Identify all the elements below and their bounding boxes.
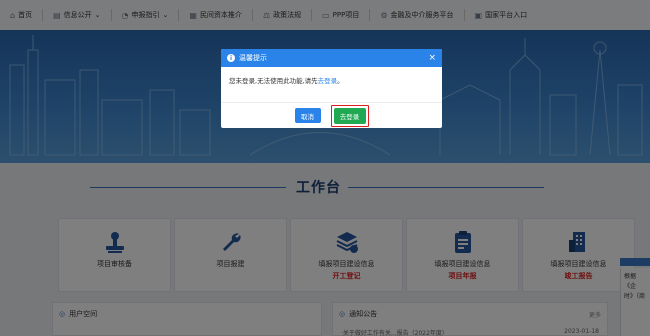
cancel-button[interactable]: 取消	[294, 108, 321, 123]
dialog-message: 您未登录,无法使用此功能,请先去登录。	[221, 67, 442, 85]
login-link[interactable]: 去登录	[318, 77, 338, 85]
dialog-footer: 取消 去登录	[221, 102, 442, 128]
info-icon: i	[227, 54, 235, 62]
message-text: 您未登录,无法使用此功能,请先	[229, 77, 318, 85]
dialog-header: i 温馨提示 ×	[221, 49, 442, 67]
login-button[interactable]: 去登录	[333, 107, 366, 124]
highlight-box: 去登录	[330, 104, 369, 127]
dialog-title: 温馨提示	[239, 54, 267, 62]
close-icon[interactable]: ×	[428, 53, 436, 63]
message-end: 。	[337, 77, 344, 85]
login-prompt-dialog: i 温馨提示 × 您未登录,无法使用此功能,请先去登录。 取消 去登录	[221, 49, 442, 128]
